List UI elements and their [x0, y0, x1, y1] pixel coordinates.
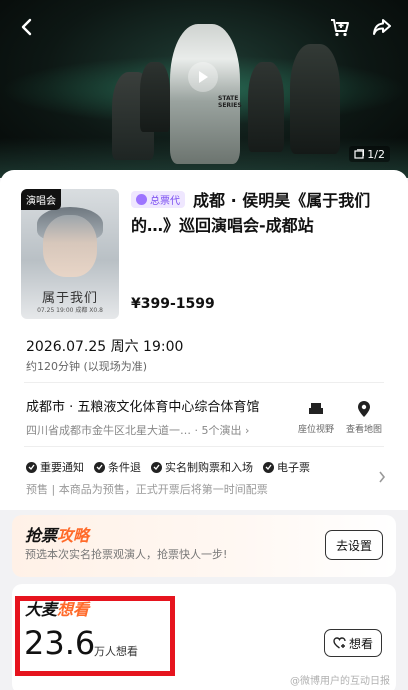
dancer-left-far: [140, 62, 170, 132]
notice-item: 重要通知: [26, 459, 84, 475]
venue-address: 四川省成都市金牛区北星大道一…: [26, 424, 191, 437]
divider: [24, 382, 384, 383]
share-icon: [373, 19, 391, 35]
notice-item: 条件退: [94, 459, 141, 475]
performer: [170, 24, 240, 164]
check-icon: [26, 461, 37, 473]
venue-name[interactable]: 成都市 · 五粮液文化体育中心综合体育馆: [26, 396, 259, 415]
event-poster[interactable]: 演唱会 属于我们 07.25 19:00 成都 X0.8: [21, 189, 119, 319]
seat-view-label: 座位视野: [297, 425, 334, 435]
presale-notice: 预售 | 本商品为预售，正式开票后将第一时间配票: [26, 483, 268, 496]
view-map-button[interactable]: 查看地图: [339, 399, 389, 435]
cart-icon: [331, 19, 349, 37]
category-tag: 演唱会: [21, 189, 61, 210]
strategy-description: 预选本次实名抢票观演人，抢票快人一步!: [25, 548, 228, 561]
cart-button[interactable]: [325, 12, 355, 42]
poster-title: 属于我们: [41, 291, 98, 306]
want-button[interactable]: 想看: [324, 629, 382, 657]
event-duration: 约120分钟 (以现场为准): [26, 360, 148, 373]
chevron-right-icon: ›: [245, 424, 250, 437]
event-datetime: 2026.07.25 周六 19:00: [26, 339, 184, 355]
gallery-icon: [354, 149, 365, 159]
seat-view-button[interactable]: 座位视野: [291, 399, 341, 435]
watermark: @微博用户的互动日报: [290, 676, 390, 687]
image-counter-text: 1/2: [367, 147, 385, 161]
strategy-title: 抢票攻略: [25, 522, 89, 546]
dancer-right-far: [290, 44, 340, 154]
hero-shirt-text: STATE SERIES: [218, 95, 242, 109]
notice-list[interactable]: 重要通知 条件退 实名制购票和入场 电子票: [26, 459, 310, 475]
notice-label: 重要通知: [40, 461, 84, 474]
divider: [24, 446, 384, 447]
check-icon: [151, 461, 162, 473]
share-button[interactable]: [367, 12, 397, 42]
venue-address-row[interactable]: 四川省成都市金牛区北星大道一… · 5个演出 ›: [26, 422, 249, 438]
play-icon: [199, 71, 208, 83]
check-icon: [94, 461, 105, 473]
notice-item: 电子票: [263, 459, 310, 475]
heart-plus-icon: [333, 637, 346, 649]
notice-chevron-icon[interactable]: [378, 468, 386, 487]
venue-shows-count: 5个演出: [201, 424, 242, 437]
image-counter: 1/2: [349, 146, 390, 162]
notice-label: 实名制购票和入场: [165, 461, 253, 474]
back-button[interactable]: [12, 12, 42, 42]
event-info-card: 演唱会 属于我们 07.25 19:00 成都 X0.8 总票代 成都 · 侯明…: [0, 170, 408, 510]
strategy-title-accent: 攻略: [57, 526, 90, 545]
seat-icon: [309, 403, 323, 414]
want-button-label: 想看: [348, 636, 373, 651]
poster-face: [43, 215, 97, 277]
notice-item: 实名制购票和入场: [151, 459, 253, 475]
notice-label: 条件退: [108, 461, 141, 474]
strategy-title-prefix: 抢票: [25, 526, 58, 545]
venue-shows-separator: ·: [194, 424, 202, 437]
setup-button[interactable]: 去设置: [325, 530, 383, 560]
price-range: ¥399-1599: [131, 296, 215, 312]
check-icon: [263, 461, 274, 473]
poster-info: 07.25 19:00 成都 X0.8: [37, 307, 103, 314]
notice-label: 电子票: [277, 461, 310, 474]
location-pin-icon: [358, 401, 370, 417]
ticket-strategy-card: 抢票攻略 预选本次实名抢票观演人，抢票快人一步! 去设置: [12, 515, 396, 577]
view-map-label: 查看地图: [345, 425, 382, 435]
chevron-left-icon: [21, 18, 32, 36]
play-video-button[interactable]: [188, 62, 218, 92]
event-title: 成都 · 侯明昊《属于我们的…》巡回演唱会-成都站: [131, 191, 371, 235]
highlight-box: [15, 596, 175, 676]
hero-banner[interactable]: STATE SERIES 1/2: [0, 0, 408, 178]
